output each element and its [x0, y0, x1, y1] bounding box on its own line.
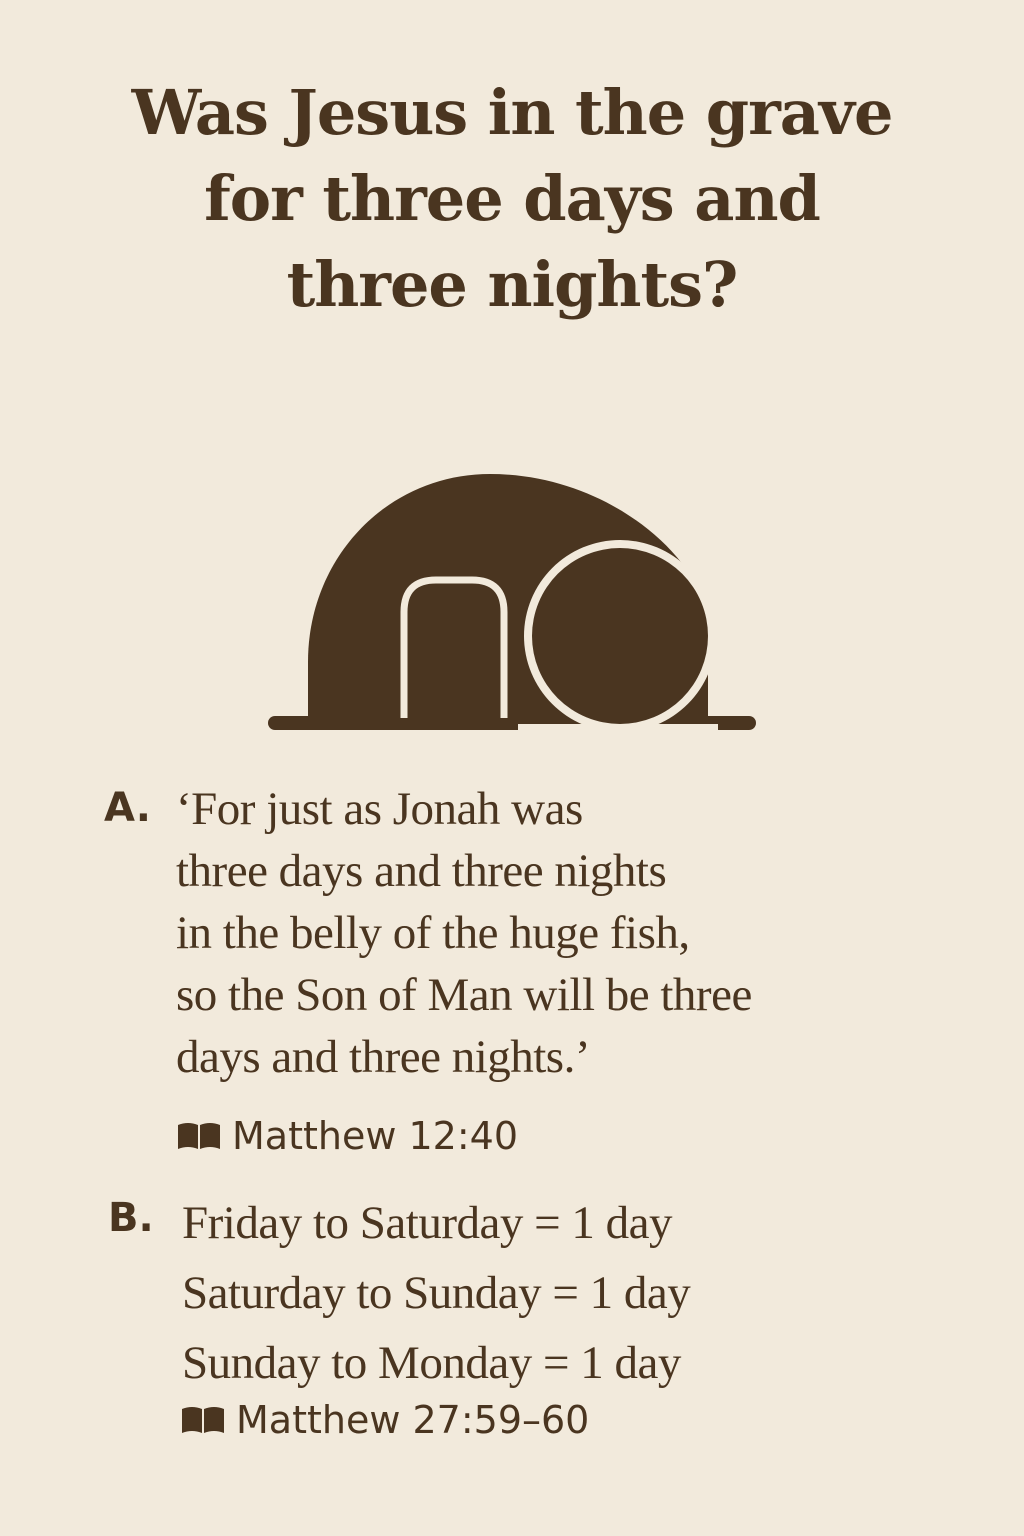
- page-title: Was Jesus in the grave for three days an…: [0, 70, 1024, 328]
- day-line: Saturday to Sunday = 1 day: [182, 1267, 691, 1319]
- quote-line: in the belly of the huge fish,: [176, 907, 690, 959]
- quote-line: three days and three nights: [176, 845, 667, 897]
- quote-line: ‘For just as Jonah was: [176, 783, 583, 835]
- item-a-quote: ‘For just as Jonah was three days and th…: [176, 778, 752, 1088]
- title-line: for three days and: [204, 162, 821, 235]
- title-line: three nights?: [286, 248, 739, 321]
- item-b-reference: Matthew 27:59–60: [180, 1396, 589, 1444]
- quote-line: days and three nights.’: [176, 1031, 591, 1083]
- item-b-letter: B.: [108, 1195, 154, 1241]
- book-icon: [182, 1407, 224, 1433]
- item-a-reference: Matthew 12:40: [176, 1112, 518, 1160]
- book-icon: [178, 1123, 220, 1149]
- tomb-icon: [268, 474, 756, 734]
- day-line: Friday to Saturday = 1 day: [182, 1197, 672, 1249]
- reference-text: Matthew 27:59–60: [236, 1398, 590, 1442]
- item-b-list: Friday to Saturday = 1 day Saturday to S…: [182, 1188, 691, 1398]
- reference-text: Matthew 12:40: [232, 1114, 519, 1158]
- quote-line: so the Son of Man will be three: [176, 969, 752, 1021]
- day-line: Sunday to Monday = 1 day: [182, 1337, 681, 1389]
- item-a-letter: A.: [104, 785, 151, 831]
- title-line: Was Jesus in the grave: [131, 76, 894, 149]
